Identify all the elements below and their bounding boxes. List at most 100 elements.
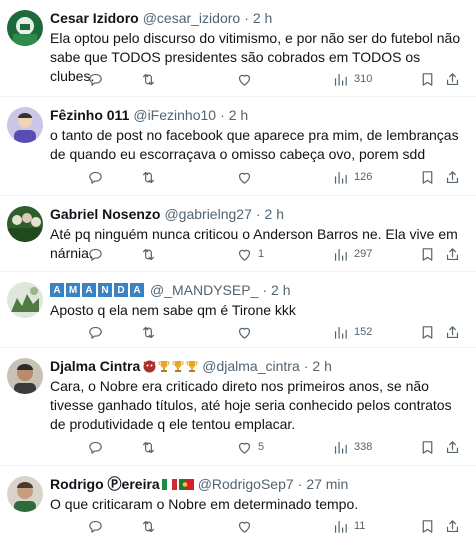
tweet-text: Cara, o Nobre era criticado direto nos p… — [50, 378, 452, 432]
bookmark-button[interactable] — [419, 69, 436, 89]
author-name[interactable]: Rodrigo Ⓟereira — [50, 474, 160, 494]
tweet-item[interactable]: Cesar Izidoro @cesar_izidoro · 2 h Ela o… — [0, 0, 476, 97]
reply-button[interactable] — [87, 437, 104, 457]
action-bar: 152 — [50, 322, 468, 342]
avatar[interactable] — [7, 107, 43, 143]
reply-icon — [89, 171, 102, 184]
bookmark-icon — [422, 247, 433, 261]
views-count: 11 — [354, 520, 366, 532]
author-handle[interactable]: @iFezinho10 — [133, 107, 216, 123]
timestamp[interactable]: 2 h — [229, 107, 248, 123]
reply-button[interactable] — [87, 167, 104, 187]
views-count: 310 — [354, 73, 373, 85]
reply-icon — [89, 326, 102, 339]
share-button[interactable] — [444, 322, 461, 342]
ogre-face-icon — [143, 360, 156, 372]
views-button[interactable]: 297 — [332, 244, 372, 264]
author-name[interactable]: Fêzinho 011 — [50, 107, 129, 123]
bookmark-button[interactable] — [419, 244, 436, 264]
bookmark-button[interactable] — [419, 437, 436, 457]
tweet-item[interactable]: A M A N D A @_MANDYSEP_ · 2 h Aposto q e… — [0, 272, 476, 348]
share-button[interactable] — [444, 516, 461, 536]
separator: · — [220, 107, 225, 123]
like-button[interactable] — [236, 516, 253, 536]
retweet-button[interactable] — [140, 244, 157, 264]
reply-icon — [89, 73, 102, 86]
retweet-icon — [142, 73, 155, 85]
retweet-button[interactable] — [140, 69, 157, 89]
retweet-icon — [142, 326, 155, 338]
like-button[interactable] — [236, 69, 253, 89]
like-button[interactable] — [236, 322, 253, 342]
timestamp[interactable]: 2 h — [312, 358, 331, 374]
bookmark-button[interactable] — [419, 167, 436, 187]
views-count: 126 — [354, 171, 373, 183]
tweet-text: Aposto q ela nem sabe qm é Tirone kkk — [50, 302, 296, 318]
share-button[interactable] — [444, 69, 461, 89]
share-button[interactable] — [444, 437, 461, 457]
author-handle[interactable]: @gabrielng27 — [164, 206, 251, 222]
avatar[interactable] — [7, 282, 43, 318]
tweet-item[interactable]: Rodrigo Ⓟereira @RodrigoSep7 · 27 min O … — [0, 466, 476, 545]
retweet-icon — [142, 248, 155, 260]
italy-flag-icon — [161, 478, 177, 490]
share-button[interactable] — [444, 244, 461, 264]
timestamp[interactable]: 2 h — [271, 282, 290, 298]
author-name[interactable]: Cesar Izidoro — [50, 10, 139, 26]
like-button[interactable]: 1 — [236, 244, 264, 264]
avatar[interactable] — [7, 476, 43, 512]
retweet-button[interactable] — [140, 516, 157, 536]
views-icon — [334, 171, 347, 184]
author-handle[interactable]: @RodrigoSep7 — [198, 476, 294, 492]
tweet-item[interactable]: Fêzinho 011 @iFezinho10 · 2 h o tanto de… — [0, 97, 476, 196]
reply-icon — [89, 520, 102, 533]
views-button[interactable]: 338 — [332, 437, 372, 457]
separator: · — [244, 10, 249, 26]
views-button[interactable]: 11 — [332, 516, 365, 536]
reply-icon — [89, 441, 102, 454]
author-handle[interactable]: @_MANDYSEP_ — [150, 282, 258, 298]
views-button[interactable]: 126 — [332, 167, 372, 187]
author-handle[interactable]: @djalma_cintra — [202, 358, 299, 374]
retweet-button[interactable] — [140, 167, 157, 187]
timestamp[interactable]: 2 h — [253, 10, 272, 26]
action-bar: 126 — [50, 167, 468, 187]
trophy-icon — [186, 360, 198, 372]
avatar[interactable] — [7, 206, 43, 242]
bookmark-button[interactable] — [419, 322, 436, 342]
like-button[interactable] — [236, 167, 253, 187]
like-icon — [238, 172, 251, 184]
reply-button[interactable] — [87, 322, 104, 342]
views-button[interactable]: 310 — [332, 69, 372, 89]
bookmark-icon — [422, 170, 433, 184]
timestamp[interactable]: 2 h — [265, 206, 284, 222]
tweet-text: O que criticaram o Nobre em determinado … — [50, 496, 359, 512]
timestamp[interactable]: 27 min — [306, 476, 348, 492]
views-count: 297 — [354, 248, 373, 260]
author-handle[interactable]: @cesar_izidoro — [143, 10, 240, 26]
author-name[interactable]: Djalma Cintra — [50, 358, 140, 374]
reply-button[interactable] — [87, 516, 104, 536]
retweet-button[interactable] — [140, 322, 157, 342]
reply-button[interactable] — [87, 69, 104, 89]
retweet-button[interactable] — [140, 437, 157, 457]
reply-button[interactable] — [87, 244, 104, 264]
views-icon — [334, 520, 347, 533]
name-letter: M — [66, 283, 80, 297]
trophy-icon — [158, 360, 170, 372]
like-count: 5 — [258, 441, 265, 453]
tweet-item[interactable]: Gabriel Nosenzo @gabrielng27 · 2 h Até p… — [0, 196, 476, 272]
bookmark-button[interactable] — [419, 516, 436, 536]
action-bar: 1 297 — [50, 244, 468, 264]
tweet-item[interactable]: Djalma Cintra @djalma_cintra · 2 h Cara,… — [0, 348, 476, 466]
views-button[interactable]: 152 — [332, 322, 372, 342]
reply-feed: Cesar Izidoro @cesar_izidoro · 2 h Ela o… — [0, 0, 476, 545]
author-name[interactable]: A M A N D A — [50, 283, 146, 297]
share-button[interactable] — [444, 167, 461, 187]
author-name[interactable]: Gabriel Nosenzo — [50, 206, 160, 222]
avatar[interactable] — [7, 358, 43, 394]
share-icon — [446, 170, 459, 183]
retweet-icon — [142, 520, 155, 532]
avatar[interactable] — [7, 10, 43, 46]
like-button[interactable]: 5 — [236, 437, 264, 457]
